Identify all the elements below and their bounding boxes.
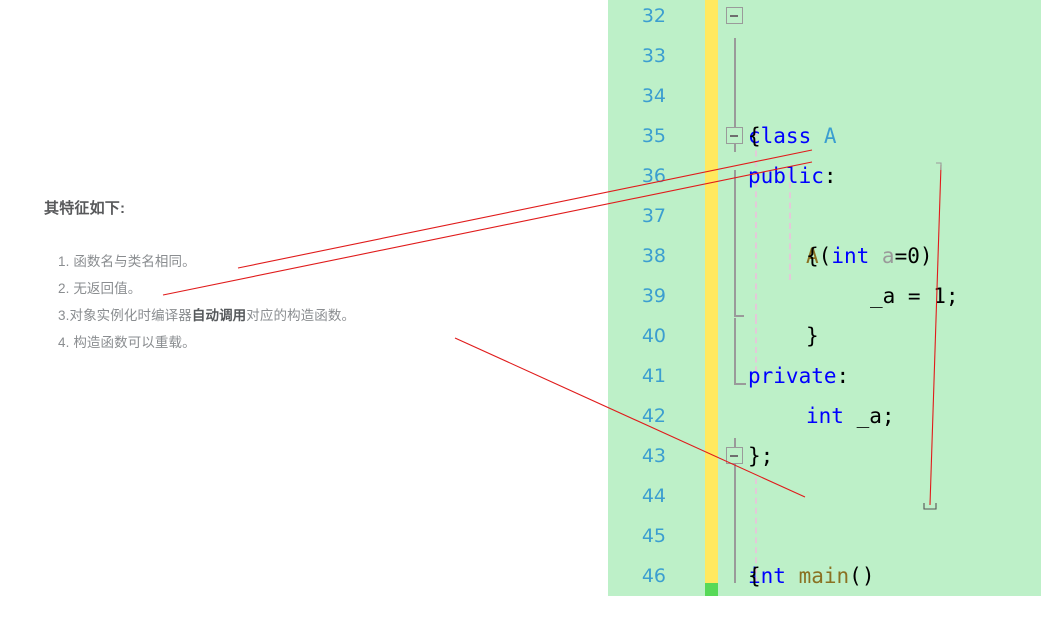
list-item: 3.对象实例化时编译器自动调用对应的构造函数。 bbox=[58, 302, 355, 329]
code-line[interactable]: 35 public: bbox=[608, 76, 1041, 188]
list-item: 4. 构造函数可以重载。 bbox=[58, 329, 355, 356]
code-line[interactable]: 34 { bbox=[608, 36, 1041, 148]
list-item-text-post: 对应的构造函数。 bbox=[246, 308, 356, 323]
list-item: 1. 函数名与类名相同。 bbox=[58, 248, 355, 275]
list-item-text: 函数名与类名相同。 bbox=[73, 254, 196, 269]
code-line[interactable]: 45 { bbox=[608, 476, 1041, 588]
code-editor-panel[interactable]: 32 33 class A 34 { 35 public: 36 A(int a… bbox=[608, 0, 1041, 596]
notes-panel: 其特征如下: 1. 函数名与类名相同。 2. 无返回值。 3.对象实例化时编译器… bbox=[0, 0, 608, 623]
fold-toggle-icon[interactable] bbox=[726, 447, 743, 464]
code-line[interactable]: 37 { bbox=[608, 156, 1041, 268]
code-line[interactable]: 43 bbox=[608, 396, 1041, 467]
code-line[interactable]: 33 class A bbox=[608, 0, 1041, 148]
list-item-text: 构造函数可以重载。 bbox=[73, 335, 196, 350]
list-item-text-pre: 对象实例化时编译器 bbox=[69, 308, 192, 323]
list-item-number: 3. bbox=[58, 308, 70, 323]
code-line[interactable]: 47 return 0; bbox=[608, 556, 1041, 596]
code-line[interactable]: 44 int main() bbox=[608, 436, 1041, 588]
feature-list: 1. 函数名与类名相同。 2. 无返回值。 3.对象实例化时编译器自动调用对应的… bbox=[58, 248, 355, 356]
code-line[interactable]: 39 } bbox=[608, 236, 1041, 348]
code-line[interactable]: 41 int _a; bbox=[608, 316, 1041, 428]
code-line[interactable]: 46 A a(1); bbox=[608, 516, 1041, 587]
list-item-number: 4. bbox=[58, 335, 70, 350]
code-line[interactable]: 42 }; bbox=[608, 356, 1041, 468]
fold-toggle-icon[interactable] bbox=[726, 7, 743, 24]
list-item: 2. 无返回值。 bbox=[58, 275, 355, 302]
notes-heading: 其特征如下: bbox=[44, 200, 126, 217]
fold-toggle-icon[interactable] bbox=[726, 127, 743, 144]
code-line[interactable]: 40 private: bbox=[608, 276, 1041, 388]
list-item-text-emphasis: 自动调用 bbox=[191, 308, 247, 323]
list-item-number: 1. bbox=[58, 254, 70, 269]
code-line[interactable]: 36 A(int a=0) bbox=[608, 116, 1041, 268]
code-line[interactable]: 38 _a = 1; bbox=[608, 196, 1041, 308]
list-item-number: 2. bbox=[58, 281, 70, 296]
list-item-text: 无返回值。 bbox=[73, 281, 142, 296]
